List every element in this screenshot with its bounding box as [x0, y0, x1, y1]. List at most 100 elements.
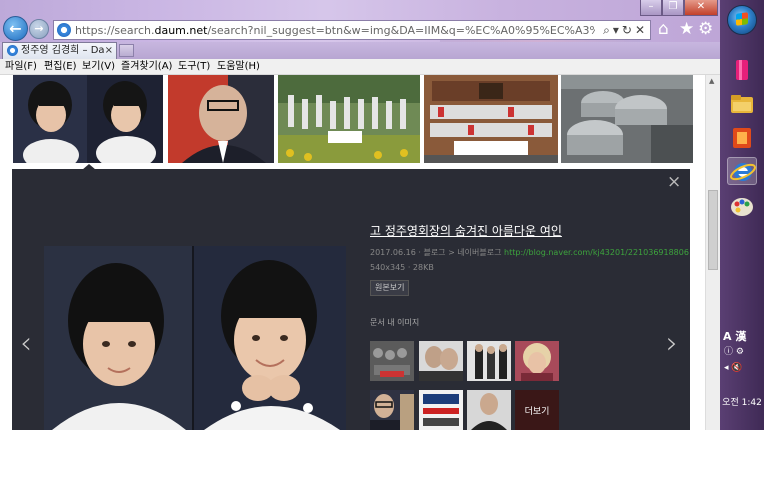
- menu-tools[interactable]: 도구(T): [178, 59, 210, 74]
- menu-view[interactable]: 보기(V): [82, 59, 115, 74]
- browser-title-bar: – ❐ ✕ ← → https://search.daum.net/search…: [0, 0, 720, 42]
- menu-help[interactable]: 도움말(H): [217, 59, 260, 74]
- related-image-graphic: [370, 390, 414, 430]
- related-image[interactable]: [370, 390, 414, 430]
- refresh-icon[interactable]: ↻: [622, 23, 635, 37]
- back-arrow-icon: ←: [9, 19, 22, 38]
- related-images-label: 문서 내 이미지: [370, 318, 420, 327]
- address-bar[interactable]: https://search.daum.net/search?nil_sugge…: [53, 20, 651, 40]
- office-app-icon: [733, 128, 751, 148]
- windows-logo-icon: [736, 12, 748, 26]
- related-image[interactable]: [370, 341, 414, 381]
- ie-tab-icon: [7, 45, 18, 56]
- url-domain: daum.net: [154, 24, 208, 37]
- url-text[interactable]: https://search.daum.net/search?nil_sugge…: [75, 23, 595, 38]
- prev-image-icon[interactable]: ‹: [20, 329, 32, 359]
- related-image-graphic: [515, 341, 559, 381]
- settings-small-icon[interactable]: ⚙: [736, 347, 744, 357]
- main-image[interactable]: [44, 246, 346, 430]
- page-content: × ‹ › 고 정주영회장의 숨겨진 아름다운 여인 2017.06.16 · …: [0, 75, 705, 430]
- related-image[interactable]: [467, 341, 511, 381]
- image-date: 2017.06.16: [370, 248, 416, 257]
- menu-file[interactable]: 파일(F): [5, 59, 37, 74]
- dropdown-icon[interactable]: ▾: [613, 23, 622, 37]
- related-image-graphic: [419, 390, 463, 430]
- thumbnail-image: [424, 75, 558, 163]
- tab-title: 정주영 김경희 – Da...: [21, 45, 105, 56]
- more-images-button[interactable]: 더보기: [515, 390, 559, 430]
- image-viewer-panel: × ‹ › 고 정주영회장의 숨겨진 아름다운 여인 2017.06.16 · …: [12, 169, 690, 430]
- thumbnail-image: [13, 75, 163, 163]
- tab-active[interactable]: 정주영 김경희 – Da... ×: [2, 42, 117, 59]
- paint-palette-icon: [731, 198, 753, 216]
- result-thumbnail[interactable]: [561, 75, 693, 163]
- tab-row: 정주영 김경희 – Da... ×: [0, 42, 720, 59]
- minimize-button[interactable]: –: [640, 0, 662, 16]
- menu-bar: 파일(F) 편집(E) 보기(V) 즐겨찾기(A) 도구(T) 도움말(H): [0, 59, 720, 75]
- menu-favorites[interactable]: 즐겨찾기(A): [121, 59, 172, 74]
- back-button[interactable]: ←: [3, 16, 28, 41]
- gear-icon[interactable]: ⚙: [698, 19, 713, 39]
- stop-icon[interactable]: ✕: [635, 23, 648, 37]
- main-image-graphic: [44, 246, 346, 430]
- thumbnail-image: [278, 75, 420, 163]
- related-image-graphic: [419, 341, 463, 381]
- image-meta: 2017.06.16 · 블로그 > 네이버블로그 http://blog.na…: [370, 248, 689, 257]
- close-window-button[interactable]: ✕: [684, 0, 718, 16]
- thumbnail-image: [561, 75, 693, 163]
- related-image[interactable]: [419, 341, 463, 381]
- close-icon[interactable]: ×: [667, 174, 681, 191]
- related-image[interactable]: [419, 390, 463, 430]
- taskbar-folder[interactable]: [727, 90, 757, 118]
- image-source-path[interactable]: 블로그 > 네이버블로그: [423, 248, 501, 257]
- start-button[interactable]: [727, 5, 757, 35]
- volume-muted-icon[interactable]: 🔇: [731, 363, 742, 373]
- more-images-label: 더보기: [524, 407, 550, 417]
- taskbar-internet-explorer[interactable]: [727, 157, 757, 185]
- result-thumbnail[interactable]: [168, 75, 274, 163]
- taskbar-clock[interactable]: 오전 1:42: [720, 395, 764, 408]
- view-original-button[interactable]: 원본보기: [370, 280, 410, 296]
- related-image[interactable]: [467, 390, 511, 430]
- related-image[interactable]: [515, 341, 559, 381]
- maximize-button[interactable]: ❐: [662, 0, 684, 16]
- image-title-link[interactable]: 고 정주영회장의 숨겨진 아름다운 여인: [370, 222, 562, 239]
- menu-edit[interactable]: 편집(E): [44, 59, 77, 74]
- related-image-graphic: [370, 341, 414, 381]
- result-thumbnail[interactable]: [278, 75, 420, 163]
- tab-close-button[interactable]: ×: [105, 43, 113, 58]
- ime-indicator[interactable]: A 漢: [723, 328, 763, 344]
- result-thumbnail[interactable]: [424, 75, 558, 163]
- thumbnail-image: [168, 75, 274, 163]
- related-image-graphic: [467, 341, 511, 381]
- vertical-scrollbar[interactable]: ▲: [705, 75, 720, 430]
- tray-icons: ⓘ ⚙: [724, 344, 760, 357]
- taskbar-paint[interactable]: [727, 192, 757, 220]
- image-dimensions: 540x345 · 28KB: [370, 263, 434, 272]
- ie-page-icon: [57, 23, 71, 37]
- taskbar-app-pink[interactable]: [727, 56, 757, 84]
- taskbar: A 漢 ⓘ ⚙ ◂ 🔇 오전 1:42: [720, 0, 764, 430]
- related-image-graphic: [467, 390, 511, 430]
- forward-arrow-icon: →: [34, 22, 44, 36]
- url-prefix: https://search.: [75, 24, 155, 37]
- image-source-url[interactable]: http://blog.naver.com/kj43201/2210369188…: [504, 248, 689, 257]
- help-icon[interactable]: ⓘ: [724, 347, 733, 357]
- screen: – ❐ ✕ ← → https://search.daum.net/search…: [0, 0, 764, 430]
- pink-app-icon: [736, 60, 748, 80]
- scroll-up-icon[interactable]: ▲: [709, 77, 714, 85]
- scrollbar-thumb[interactable]: [708, 190, 718, 270]
- address-bar-actions: ⌕▾↻✕: [603, 22, 648, 38]
- star-icon[interactable]: ★: [679, 19, 694, 39]
- forward-button[interactable]: →: [29, 19, 49, 39]
- home-icon[interactable]: ⌂: [658, 19, 669, 39]
- new-tab-button[interactable]: [119, 44, 134, 57]
- internet-explorer-icon: [730, 163, 756, 181]
- result-thumbnail[interactable]: [13, 75, 163, 163]
- search-icon[interactable]: ⌕: [603, 23, 613, 37]
- tray-expand-icon[interactable]: ◂: [724, 363, 729, 373]
- next-image-icon[interactable]: ›: [666, 329, 678, 359]
- url-path: /search?nil_suggest=btn&w=img&DA=IIM&q=%…: [207, 24, 595, 37]
- folder-icon: [731, 95, 753, 113]
- taskbar-app-office[interactable]: [727, 124, 757, 152]
